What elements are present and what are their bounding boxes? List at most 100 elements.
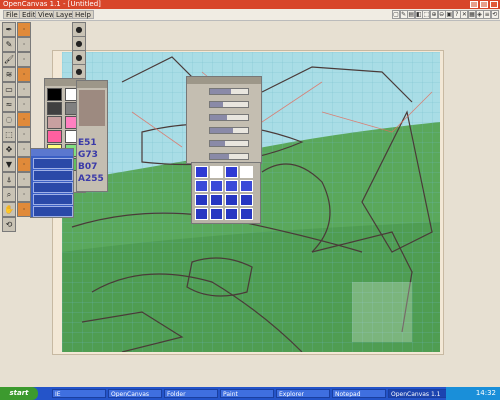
zoom-icon[interactable]: ⌕	[2, 187, 16, 202]
slider-fill	[210, 102, 224, 107]
tool-option-icon[interactable]: ·	[17, 82, 31, 97]
slider-fill	[210, 128, 233, 133]
slider-track[interactable]	[209, 101, 249, 108]
brush-preset[interactable]	[33, 170, 73, 181]
color-value: G73	[78, 150, 98, 160]
tool-option-icon[interactable]: ·	[17, 37, 31, 52]
texture-pattern[interactable]	[210, 194, 223, 206]
texture-pattern[interactable]	[210, 166, 223, 178]
texture-pattern[interactable]	[240, 180, 253, 192]
slider-track[interactable]	[209, 127, 249, 134]
fill-icon[interactable]: ▼	[2, 157, 16, 172]
tool-option-icon[interactable]: ·	[17, 172, 31, 187]
taskbar-item[interactable]: Paint	[220, 389, 274, 398]
toolbar-button[interactable]: ⟲	[490, 10, 499, 19]
texture-pattern[interactable]	[210, 180, 223, 192]
color-swatch[interactable]	[47, 88, 62, 101]
texture-pattern[interactable]	[210, 208, 223, 220]
texture-panel	[191, 162, 261, 224]
eyedropper-icon[interactable]: ⍋	[2, 172, 16, 187]
slider-fill	[210, 141, 226, 146]
close-button[interactable]	[490, 1, 498, 8]
system-tray: 14:32	[446, 387, 500, 400]
pencil-icon[interactable]: ✎	[2, 37, 16, 52]
texture-pattern[interactable]	[240, 166, 253, 178]
tool-option-icon[interactable]: ·	[17, 157, 31, 172]
brush-settings-panel	[30, 148, 74, 218]
brush-preset[interactable]	[33, 194, 73, 205]
brush-icon[interactable]: 🖌	[2, 52, 16, 67]
window-title: OpenCanvas 1.1 - [Untitled]	[3, 0, 101, 8]
tool-option-icon[interactable]: ·	[17, 112, 31, 127]
texture-pattern[interactable]	[195, 166, 208, 178]
menu-help[interactable]: Help	[72, 10, 94, 19]
move-icon[interactable]: ✥	[2, 142, 16, 157]
tool-option-icon[interactable]: ·	[17, 187, 31, 202]
color-swatch[interactable]	[47, 116, 62, 129]
color-swatch[interactable]	[47, 130, 62, 143]
slider-track[interactable]	[209, 114, 249, 121]
color-value: A255	[78, 174, 104, 184]
start-button[interactable]: start	[0, 387, 38, 400]
tool-option-icon[interactable]: ·	[17, 202, 31, 217]
eraser-icon[interactable]: ▭	[2, 82, 16, 97]
slider-track[interactable]	[209, 153, 249, 160]
texture-pattern[interactable]	[195, 180, 208, 192]
brush-preset[interactable]	[33, 158, 73, 169]
clock: 14:32	[475, 389, 496, 397]
menu-bar: File Edit View Layer Help ▢ ✎ ▤ ◧ ⬚ ⊕ ⊖ ▣? ✕ ▦ ◈ ≡ ⟲	[0, 9, 500, 21]
brush-slider-panel	[186, 76, 262, 164]
minimize-button[interactable]	[470, 1, 478, 8]
texture-pattern[interactable]	[195, 194, 208, 206]
current-color-swatch[interactable]	[79, 90, 105, 126]
blur-icon[interactable]: ◌	[2, 112, 16, 127]
taskbar-item[interactable]: Folder	[164, 389, 218, 398]
slider-fill	[210, 89, 231, 94]
tool-option-icon[interactable]: ·	[17, 52, 31, 67]
color-swatch[interactable]	[47, 102, 62, 115]
taskbar-item[interactable]: Notepad	[332, 389, 386, 398]
pen-icon[interactable]: ✒	[2, 22, 16, 37]
watercolor-icon[interactable]: ≈	[2, 97, 16, 112]
brush-size-palette: ● ● ● ●	[72, 22, 86, 80]
tool-option-icon[interactable]: ·	[17, 127, 31, 142]
texture-pattern[interactable]	[225, 180, 238, 192]
tool-option-icon[interactable]: ·	[17, 67, 31, 82]
maximize-button[interactable]	[480, 1, 488, 8]
taskbar-item[interactable]: IE	[52, 389, 106, 398]
brush-preset[interactable]	[33, 206, 73, 217]
slider-row	[189, 151, 261, 162]
airbrush-icon[interactable]: ≋	[2, 67, 16, 82]
tool-option-icon[interactable]: ·	[17, 97, 31, 112]
hand-icon[interactable]: ✋	[2, 202, 16, 217]
texture-pattern[interactable]	[225, 208, 238, 220]
texture-pattern[interactable]	[225, 166, 238, 178]
texture-pattern[interactable]	[240, 208, 253, 220]
slider-track[interactable]	[209, 88, 249, 95]
slider-row	[189, 86, 261, 97]
taskbar-item[interactable]: OpenCanvas	[108, 389, 162, 398]
taskbar-item[interactable]: OpenCanvas 1.1	[388, 389, 450, 398]
texture-pattern[interactable]	[240, 194, 253, 206]
tool-palette-secondary: · · · · · · · · · · · · ·	[17, 22, 31, 232]
brush-size-icon[interactable]: ●	[72, 22, 86, 37]
slider-row	[189, 138, 261, 149]
brush-size-icon[interactable]: ●	[72, 36, 86, 51]
title-bar: OpenCanvas 1.1 - [Untitled]	[0, 0, 500, 9]
brush-size-icon[interactable]: ●	[72, 50, 86, 65]
tool-option-icon[interactable]: ·	[17, 142, 31, 157]
color-value: E51	[78, 138, 97, 148]
texture-pattern[interactable]	[195, 208, 208, 220]
slider-row	[189, 99, 261, 110]
color-value: B07	[78, 162, 98, 172]
brush-preset[interactable]	[33, 182, 73, 193]
slider-row	[189, 112, 261, 123]
slider-track[interactable]	[209, 140, 249, 147]
slider-row	[189, 125, 261, 136]
select-icon[interactable]: ⬚	[2, 127, 16, 142]
brush-size-icon[interactable]: ●	[72, 64, 86, 79]
tool-option-icon[interactable]: ·	[17, 22, 31, 37]
taskbar-item[interactable]: Explorer	[276, 389, 330, 398]
rotate-icon[interactable]: ⟲	[2, 217, 16, 232]
texture-pattern[interactable]	[225, 194, 238, 206]
